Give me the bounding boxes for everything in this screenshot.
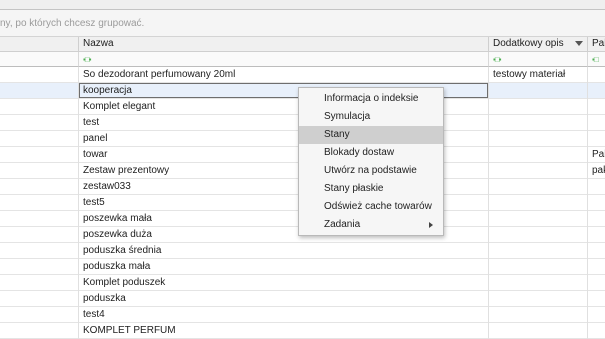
- cell-nazwa[interactable]: Komplet poduszek: [79, 275, 489, 291]
- cell-pak[interactable]: [588, 115, 605, 131]
- cell-0[interactable]: [0, 243, 79, 259]
- cell-dodatkowy-opis[interactable]: [489, 243, 588, 259]
- cell-dodatkowy-opis[interactable]: [489, 179, 588, 195]
- menu-item-odswiez-cache[interactable]: Odśwież cache towarów: [299, 198, 443, 216]
- cell-0[interactable]: [0, 131, 79, 147]
- cell-pak[interactable]: [588, 291, 605, 307]
- table-row[interactable]: test4: [0, 307, 605, 323]
- cell-dodatkowy-opis[interactable]: [489, 291, 588, 307]
- menu-item-stany-plaskie[interactable]: Stany płaskie: [299, 180, 443, 198]
- cell-pak[interactable]: [588, 259, 605, 275]
- cell-pak[interactable]: [588, 227, 605, 243]
- menu-item-blokady-dostaw[interactable]: Blokady dostaw: [299, 144, 443, 162]
- dropdown-arrow-icon[interactable]: [575, 41, 583, 46]
- cell-nazwa[interactable]: test4: [79, 307, 489, 323]
- filter-icon[interactable]: ▪□▪: [83, 55, 91, 64]
- menu-item-label: Informacja o indeksie: [324, 93, 419, 104]
- cell-0[interactable]: [0, 211, 79, 227]
- cell-dodatkowy-opis[interactable]: [489, 211, 588, 227]
- menu-item-utworz-na-podstawie[interactable]: Utwórz na podstawie: [299, 162, 443, 180]
- menu-item-label: Blokady dostaw: [324, 147, 395, 158]
- cell-pak[interactable]: [588, 99, 605, 115]
- cell-pak[interactable]: [588, 67, 605, 83]
- cell-0[interactable]: [0, 291, 79, 307]
- cell-0[interactable]: [0, 147, 79, 163]
- cell-0[interactable]: [0, 83, 79, 99]
- filter-cell-0[interactable]: [0, 52, 79, 67]
- cell-0[interactable]: [0, 275, 79, 291]
- filter-cell-dodatkowy-opis[interactable]: ▪□▪: [489, 52, 588, 67]
- cell-0[interactable]: [0, 307, 79, 323]
- filter-cell-nazwa[interactable]: ▪□▪: [79, 52, 489, 67]
- cell-pak[interactable]: [588, 195, 605, 211]
- menu-item-label: Utwórz na podstawie: [324, 165, 417, 176]
- cell-pak[interactable]: [588, 307, 605, 323]
- cell-0[interactable]: [0, 195, 79, 211]
- cell-dodatkowy-opis[interactable]: [489, 323, 588, 339]
- cell-0[interactable]: [0, 115, 79, 131]
- column-header-pak[interactable]: Pak: [588, 37, 605, 52]
- cell-0[interactable]: [0, 259, 79, 275]
- cell-pak[interactable]: [588, 275, 605, 291]
- cell-dodatkowy-opis[interactable]: [489, 83, 588, 99]
- menu-item-label: Odśwież cache towarów: [324, 201, 432, 212]
- cell-dodatkowy-opis[interactable]: [489, 307, 588, 323]
- filter-icon[interactable]: ▪□▪: [493, 55, 501, 64]
- cell-dodatkowy-opis[interactable]: [489, 195, 588, 211]
- cell-dodatkowy-opis[interactable]: [489, 163, 588, 179]
- cell-pak[interactable]: [588, 243, 605, 259]
- menu-item-label: Symulacja: [324, 111, 371, 122]
- cell-dodatkowy-opis[interactable]: [489, 275, 588, 291]
- cell-dodatkowy-opis[interactable]: [489, 147, 588, 163]
- cell-pak[interactable]: [588, 131, 605, 147]
- table-row[interactable]: poduszka średnia: [0, 243, 605, 259]
- group-by-hint: ny, po których chcesz grupować.: [0, 18, 145, 29]
- table-row[interactable]: KOMPLET PERFUM: [0, 323, 605, 339]
- menu-item-informacja-o-indeksie[interactable]: Informacja o indeksie: [299, 90, 443, 108]
- cell-nazwa[interactable]: poduszka: [79, 291, 489, 307]
- table-row[interactable]: Komplet poduszek: [0, 275, 605, 291]
- cell-nazwa[interactable]: So dezodorant perfumowany 20ml: [79, 67, 489, 83]
- cell-0[interactable]: [0, 179, 79, 195]
- cell-dodatkowy-opis[interactable]: [489, 259, 588, 275]
- cell-nazwa[interactable]: poduszka średnia: [79, 243, 489, 259]
- table-row[interactable]: poduszka mała: [0, 259, 605, 275]
- table-row[interactable]: poduszka: [0, 291, 605, 307]
- menu-item-zadania[interactable]: Zadania: [299, 216, 443, 234]
- cell-0[interactable]: [0, 99, 79, 115]
- cell-0[interactable]: [0, 227, 79, 243]
- cell-pak[interactable]: [588, 211, 605, 227]
- cell-pak[interactable]: [588, 323, 605, 339]
- window-top-strip: [0, 0, 605, 10]
- menu-item-label: Stany: [324, 129, 350, 140]
- menu-item-symulacja[interactable]: Symulacja: [299, 108, 443, 126]
- group-by-panel[interactable]: ny, po których chcesz grupować.: [0, 10, 605, 37]
- cell-0[interactable]: [0, 323, 79, 339]
- cell-pak[interactable]: Pak: [588, 147, 605, 163]
- menu-item-label: Zadania: [324, 219, 361, 230]
- submenu-arrow-icon: [429, 222, 433, 228]
- cell-nazwa[interactable]: KOMPLET PERFUM: [79, 323, 489, 339]
- filter-cell-pak[interactable]: ▪□: [588, 52, 605, 67]
- cell-nazwa[interactable]: poduszka mała: [79, 259, 489, 275]
- menu-item-label: Stany płaskie: [324, 183, 384, 194]
- cell-dodatkowy-opis[interactable]: testowy materiał: [489, 67, 588, 83]
- filter-icon[interactable]: ▪□: [592, 55, 599, 64]
- cell-pak[interactable]: pak: [588, 163, 605, 179]
- cell-0[interactable]: [0, 67, 79, 83]
- cell-dodatkowy-opis[interactable]: [489, 99, 588, 115]
- cell-dodatkowy-opis[interactable]: [489, 131, 588, 147]
- cell-pak[interactable]: [588, 83, 605, 99]
- menu-item-stany[interactable]: Stany: [299, 126, 443, 144]
- cell-0[interactable]: [0, 163, 79, 179]
- column-header-label: Dodatkowy opis: [493, 38, 564, 49]
- column-header-nazwa[interactable]: Nazwa: [79, 37, 489, 52]
- column-header-dodatkowy-opis[interactable]: Dodatkowy opis: [489, 37, 588, 52]
- cell-pak[interactable]: [588, 179, 605, 195]
- table-row[interactable]: So dezodorant perfumowany 20ml testowy ma…: [0, 67, 605, 83]
- context-menu: Informacja o indeksie Symulacja Stany Bl…: [298, 87, 444, 236]
- cell-dodatkowy-opis[interactable]: [489, 227, 588, 243]
- cell-dodatkowy-opis[interactable]: [489, 115, 588, 131]
- column-header-0[interactable]: [0, 37, 79, 52]
